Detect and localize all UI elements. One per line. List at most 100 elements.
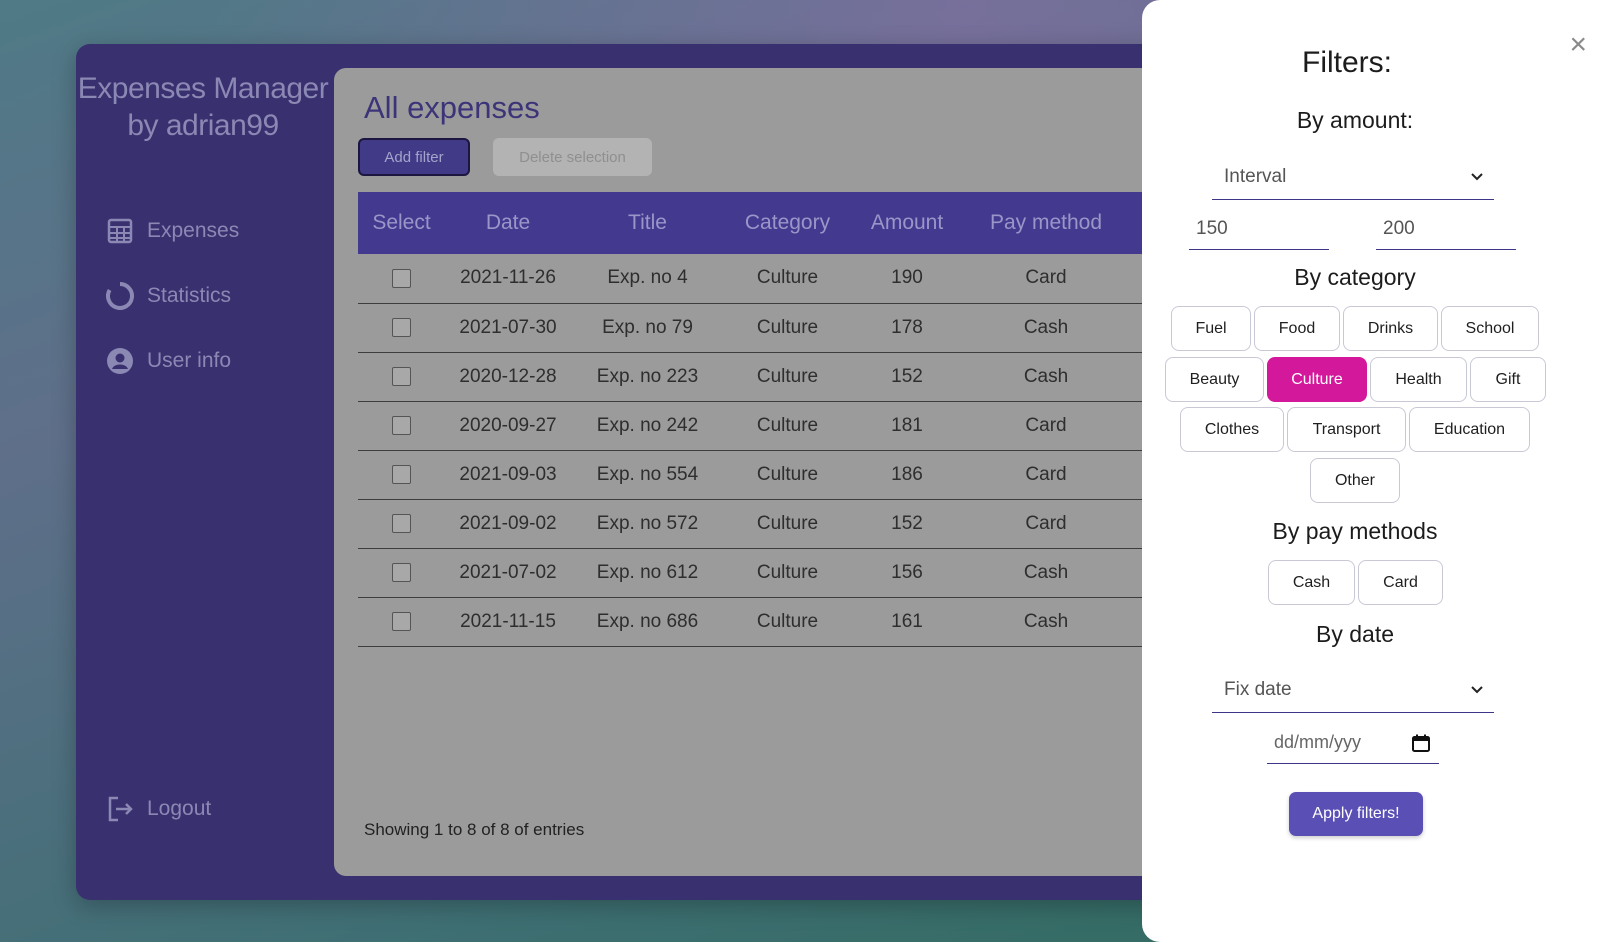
cell-category: Culture	[724, 597, 851, 647]
sidebar-nav: Expenses Statistics User info	[106, 214, 239, 409]
close-icon[interactable]: ×	[1569, 30, 1587, 60]
apply-filters-button[interactable]: Apply filters!	[1289, 792, 1423, 836]
sidebar-item-user-info[interactable]: User info	[106, 344, 239, 378]
category-chip-clothes[interactable]: Clothes	[1180, 407, 1284, 452]
category-chip-education[interactable]: Education	[1409, 407, 1530, 452]
cell-date: 2021-07-02	[445, 548, 571, 598]
user-icon	[107, 348, 133, 374]
delete-selection-button[interactable]: Delete selection	[493, 138, 652, 176]
logout-button[interactable]: Logout	[106, 792, 211, 826]
row-checkbox[interactable]	[392, 366, 411, 386]
column-header-title[interactable]: Title	[571, 192, 724, 254]
sidebar-item-label: User info	[147, 349, 232, 372]
cell-category: Culture	[724, 254, 851, 304]
cell-amount: 152	[851, 499, 963, 549]
pay-chip-cash[interactable]: Cash	[1268, 560, 1355, 605]
category-chip-transport[interactable]: Transport	[1287, 407, 1406, 452]
table-row: 2021-09-03 Exp. no 554 Culture 186 Card	[358, 450, 1276, 500]
cell-category: Culture	[724, 450, 851, 500]
row-checkbox[interactable]	[392, 268, 411, 288]
pay-chip-card[interactable]: Card	[1358, 560, 1443, 605]
date-placeholder: dd/mm/yyy	[1274, 732, 1362, 752]
cell-date: 2020-12-28	[445, 352, 571, 402]
cell-date: 2020-09-27	[445, 401, 571, 451]
date-input[interactable]: dd/mm/yyy	[1267, 722, 1439, 764]
cell-pay-method: Cash	[963, 303, 1129, 353]
cell-date: 2021-09-03	[445, 450, 571, 500]
cell-amount: 161	[851, 597, 963, 647]
cell-title: Exp. no 79	[571, 303, 724, 353]
row-checkbox[interactable]	[392, 562, 411, 582]
filters-title: Filters:	[1302, 46, 1392, 79]
category-chip-beauty[interactable]: Beauty	[1165, 357, 1264, 402]
cell-amount: 156	[851, 548, 963, 598]
column-header-category[interactable]: Category	[724, 192, 851, 254]
app-brand: Expenses Manager by adrian99	[77, 72, 329, 142]
cell-pay-method: Card	[963, 499, 1129, 549]
row-checkbox[interactable]	[392, 611, 411, 631]
cell-date: 2021-09-02	[445, 499, 571, 549]
category-chip-school[interactable]: School	[1441, 306, 1539, 351]
amount-max-input[interactable]: 200	[1376, 208, 1516, 250]
cell-pay-method: Card	[963, 254, 1129, 304]
date-mode-value: Fix date	[1224, 678, 1292, 700]
cell-title: Exp. no 223	[571, 352, 724, 402]
table-row: 2021-07-30 Exp. no 79 Culture 178 Cash	[358, 303, 1276, 353]
cell-title: Exp. no 4	[571, 254, 724, 304]
cell-pay-method: Cash	[963, 352, 1129, 402]
logout-icon	[108, 796, 133, 822]
column-header-pay-method[interactable]: Pay method	[963, 192, 1129, 254]
category-chip-culture[interactable]: Culture	[1267, 357, 1367, 402]
amount-mode-select[interactable]: Interval	[1212, 154, 1494, 200]
table-row: 2021-11-15 Exp. no 686 Culture 161 Cash	[358, 597, 1276, 647]
category-chip-food[interactable]: Food	[1254, 306, 1340, 351]
calendar-icon[interactable]	[1411, 733, 1431, 753]
column-header-date[interactable]: Date	[445, 192, 571, 254]
row-checkbox[interactable]	[392, 464, 411, 484]
cell-title: Exp. no 686	[571, 597, 724, 647]
cell-pay-method: Card	[963, 401, 1129, 451]
cell-category: Culture	[724, 352, 851, 402]
cell-category: Culture	[724, 303, 851, 353]
category-chip-drinks[interactable]: Drinks	[1343, 306, 1438, 351]
row-checkbox[interactable]	[392, 513, 411, 533]
amount-min-input[interactable]: 150	[1189, 208, 1329, 250]
category-chip-health[interactable]: Health	[1370, 357, 1467, 402]
chevron-down-icon	[1471, 685, 1483, 693]
table-row: 2021-11-26 Exp. no 4 Culture 190 Card	[358, 254, 1276, 304]
cell-amount: 152	[851, 352, 963, 402]
row-checkbox[interactable]	[392, 317, 411, 337]
by-amount-heading: By amount:	[1296, 107, 1414, 133]
cell-amount: 178	[851, 303, 963, 353]
cell-amount: 190	[851, 254, 963, 304]
page-title: All expenses	[364, 90, 540, 125]
logout-label: Logout	[147, 797, 212, 820]
sidebar-item-label: Statistics	[147, 284, 232, 307]
sidebar-item-statistics[interactable]: Statistics	[106, 279, 239, 313]
category-chip-other[interactable]: Other	[1310, 458, 1400, 503]
cell-pay-method: Cash	[963, 597, 1129, 647]
category-chip-fuel[interactable]: Fuel	[1171, 306, 1251, 351]
cell-amount: 186	[851, 450, 963, 500]
cell-date: 2021-07-30	[445, 303, 571, 353]
cell-title: Exp. no 572	[571, 499, 724, 549]
date-mode-select[interactable]: Fix date	[1212, 667, 1494, 713]
by-pay-methods-heading: By pay methods	[1272, 518, 1438, 544]
column-header-amount[interactable]: Amount	[851, 192, 963, 254]
cell-category: Culture	[724, 401, 851, 451]
table-row: 2021-09-02 Exp. no 572 Culture 152 Card	[358, 499, 1276, 549]
table-header-row: Select Date Title Category Amount Pay me…	[358, 192, 1276, 254]
cell-pay-method: Card	[963, 450, 1129, 500]
cell-category: Culture	[724, 499, 851, 549]
cell-date: 2021-11-26	[445, 254, 571, 304]
category-chip-gift[interactable]: Gift	[1470, 357, 1546, 402]
table-row: 2021-07-02 Exp. no 612 Culture 156 Cash	[358, 548, 1276, 598]
add-filter-button[interactable]: Add filter	[358, 138, 470, 176]
sidebar-item-expenses[interactable]: Expenses	[106, 214, 239, 248]
column-header-select[interactable]: Select	[358, 192, 445, 254]
table-row: 2020-09-27 Exp. no 242 Culture 181 Card	[358, 401, 1276, 451]
row-checkbox[interactable]	[392, 415, 411, 435]
table-row: 2020-12-28 Exp. no 223 Culture 152 Cash	[358, 352, 1276, 402]
amount-mode-value: Interval	[1224, 165, 1287, 187]
chevron-down-icon	[1471, 172, 1483, 180]
